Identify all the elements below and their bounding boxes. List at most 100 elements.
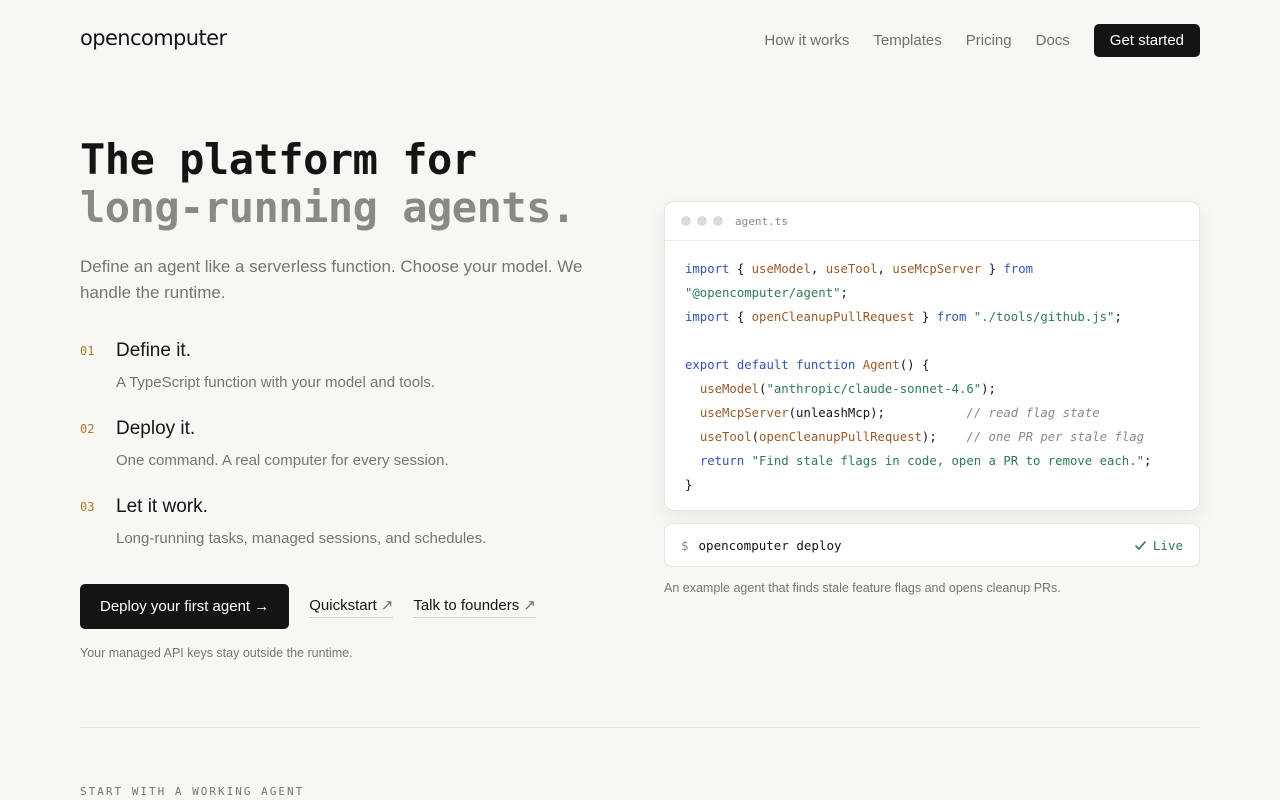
step-title: Deploy it. [116, 418, 196, 439]
nav-docs[interactable]: Docs [1036, 32, 1070, 49]
step-title: Let it work. [116, 496, 208, 517]
step-number: 02 [80, 422, 95, 436]
code-block: import { useModel, useTool, useMcpServer… [665, 241, 1199, 510]
code-token: default [736, 358, 789, 372]
code-line: export default function Agent() { [685, 353, 1179, 377]
code-token: useModel [751, 262, 811, 276]
code-token: "./tools/github.js" [973, 310, 1115, 324]
get-started-button[interactable]: Get started [1093, 24, 1200, 57]
code-line: return "Find stale flags in code, open a… [685, 449, 1179, 473]
code-token: ; [1114, 310, 1122, 324]
code-token: import [685, 310, 730, 324]
window-dot-icon [713, 216, 723, 226]
live-status-label: Live [1152, 537, 1183, 553]
code-token: // one PR per stale flag [966, 430, 1145, 444]
deploy-first-agent-button[interactable]: Deploy your first agent → [80, 584, 290, 629]
quickstart-label: Quickstart [309, 596, 377, 614]
code-token: "@opencomputer/agent" [685, 286, 841, 300]
code-token: , [810, 262, 826, 276]
code-token: { [729, 262, 752, 276]
step-number: 01 [80, 344, 95, 358]
nav-how-it-works[interactable]: How it works [764, 32, 849, 49]
step-description: Long-running tasks, managed sessions, an… [116, 530, 487, 547]
live-status: Live [1134, 538, 1183, 553]
code-token: , [877, 262, 893, 276]
code-editor-card: agent.ts import { useModel, useTool, use… [664, 201, 1200, 511]
talk-to-founders-link[interactable]: Talk to founders ↗ [413, 596, 536, 618]
step-number: 03 [80, 500, 95, 514]
code-token: (unleashMcp); [788, 406, 967, 420]
deploy-command-bar: $ opencomputer deploy Live [664, 523, 1200, 567]
code-token: return [699, 454, 745, 468]
hero-actions: Deploy your first agent → Quickstart ↗ Ta… [80, 584, 536, 629]
window-dot-icon [681, 216, 691, 226]
quickstart-link[interactable]: Quickstart ↗ [309, 596, 394, 618]
code-token: openCleanupPullRequest [751, 310, 915, 324]
code-line: useMcpServer(unleashMcp); // read flag s… [685, 401, 1179, 425]
logo[interactable]: opencomputer [80, 28, 227, 49]
code-token: openCleanupPullRequest [759, 430, 922, 444]
code-filename: agent.ts [735, 214, 788, 228]
site-header: opencomputer How it works Templates Pric… [80, 24, 1200, 57]
code-token: ; [840, 286, 848, 300]
hero-title-line2: long-running agents. [80, 183, 576, 232]
code-token: ); [981, 382, 996, 396]
section-label: START WITH A WORKING AGENT [80, 785, 305, 798]
nav-templates[interactable]: Templates [873, 32, 941, 49]
code-token: ; [1144, 454, 1152, 468]
hero-subtitle: Define an agent like a serverless functi… [80, 257, 583, 302]
top-nav: How it works Templates Pricing Docs Get … [764, 24, 1200, 57]
code-line: useTool(openCleanupPullRequest); // one … [685, 425, 1179, 449]
code-line: useModel("anthropic/claude-sonnet-4.6"); [685, 377, 1179, 401]
code-token: export [685, 358, 730, 372]
code-token: () { [899, 358, 930, 372]
code-token: Agent [862, 358, 900, 372]
code-token: useModel [699, 382, 760, 396]
code-token: from [1003, 262, 1034, 276]
step-item: 03 Let it work. Long-running tasks, mana… [80, 494, 600, 572]
code-token: } [914, 310, 937, 324]
code-token: ( [751, 430, 760, 444]
talk-to-founders-label: Talk to founders [413, 596, 520, 614]
code-line: import { openCleanupPullRequest } from "… [685, 305, 1179, 329]
code-token: ); [921, 430, 967, 444]
external-link-icon: ↗ [380, 596, 394, 614]
window-dot-icon [697, 216, 707, 226]
section-divider [80, 727, 1200, 728]
code-token: useMcpServer [699, 406, 789, 420]
code-token: } [981, 262, 1004, 276]
code-line: } [685, 473, 1179, 497]
code-token: } [685, 478, 693, 492]
step-item: 02 Deploy it. One command. A real comput… [80, 416, 600, 494]
api-keys-note: Your managed API keys stay outside the r… [80, 646, 353, 660]
code-token: import [685, 262, 730, 276]
deploy-command: opencomputer deploy [698, 537, 842, 553]
nav-pricing[interactable]: Pricing [966, 32, 1012, 49]
code-caption: An example agent that finds stale featur… [664, 581, 1061, 595]
code-token: // read flag state [966, 406, 1100, 420]
check-icon [1135, 540, 1146, 550]
code-line: "@opencomputer/agent"; [685, 281, 1179, 305]
code-token: "Find stale flags in code, open a PR to … [751, 454, 1145, 468]
steps-list: 01 Define it. A TypeScript function with… [80, 338, 600, 572]
hero-title-line1: The platform for [80, 135, 477, 184]
code-token: useTool [825, 262, 878, 276]
code-line: import { useModel, useTool, useMcpServer… [685, 257, 1179, 281]
step-title: Define it. [116, 340, 191, 361]
code-editor-header: agent.ts [665, 202, 1199, 241]
code-token: { [729, 310, 752, 324]
step-description: A TypeScript function with your model an… [116, 374, 436, 391]
external-link-icon: ↗ [523, 596, 536, 614]
step-item: 01 Define it. A TypeScript function with… [80, 338, 600, 416]
code-token: "anthropic/claude-sonnet-4.6" [766, 382, 982, 396]
